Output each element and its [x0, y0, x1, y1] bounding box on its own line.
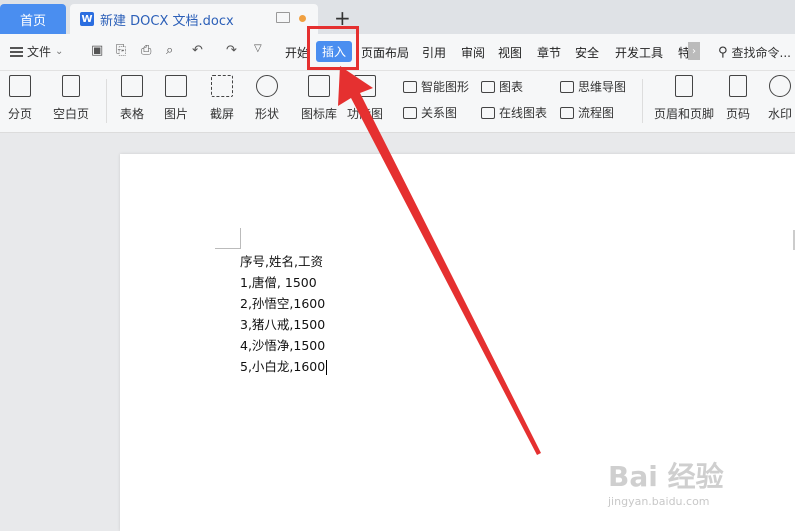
annotation-arrow: [338, 66, 541, 455]
watermark-url: jingyan.baidu.com: [608, 495, 710, 508]
watermark-logo: Bai 经验: [608, 460, 724, 493]
baidu-jingyan-watermark: Bai 经验 jingyan.baidu.com: [608, 455, 724, 508]
